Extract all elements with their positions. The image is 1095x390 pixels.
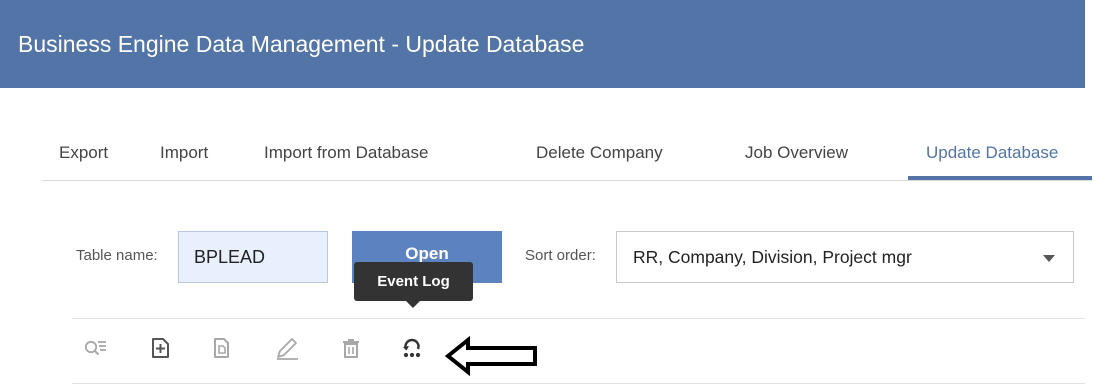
tab-import[interactable]: Import [160, 143, 208, 163]
event-log-icon[interactable] [397, 333, 427, 363]
tab-job-overview[interactable]: Job Overview [745, 143, 848, 163]
sort-order-value: RR, Company, Division, Project mgr [633, 247, 912, 267]
open-button-label: Open [405, 244, 449, 263]
edit-icon[interactable] [272, 333, 302, 363]
chevron-down-icon [1043, 255, 1055, 262]
sort-order-select[interactable]: RR, Company, Division, Project mgr [616, 231, 1074, 283]
tooltip-pointer [406, 301, 420, 308]
new-record-icon[interactable] [145, 333, 175, 363]
tab-update-database[interactable]: Update Database [926, 143, 1058, 163]
tab-bar: Export Import Import from Database Delet… [42, 136, 1092, 181]
app-header: Business Engine Data Management - Update… [0, 0, 1085, 88]
arrow-left-icon [444, 336, 537, 376]
delete-icon[interactable] [336, 333, 366, 363]
table-name-input[interactable] [178, 231, 328, 283]
table-name-label: Table name: [76, 247, 158, 264]
event-log-tooltip: Event Log [354, 262, 473, 301]
page-edge [1085, 0, 1095, 390]
tab-export[interactable]: Export [59, 143, 108, 163]
tab-delete-company[interactable]: Delete Company [536, 143, 663, 163]
search-list-icon[interactable] [80, 333, 110, 363]
record-toolbar [72, 318, 1085, 384]
copy-record-icon[interactable] [206, 333, 236, 363]
page-title: Business Engine Data Management - Update… [18, 31, 585, 57]
tab-import-from-database[interactable]: Import from Database [264, 143, 428, 163]
sort-order-label: Sort order: [525, 247, 596, 264]
active-tab-indicator [908, 176, 1092, 180]
